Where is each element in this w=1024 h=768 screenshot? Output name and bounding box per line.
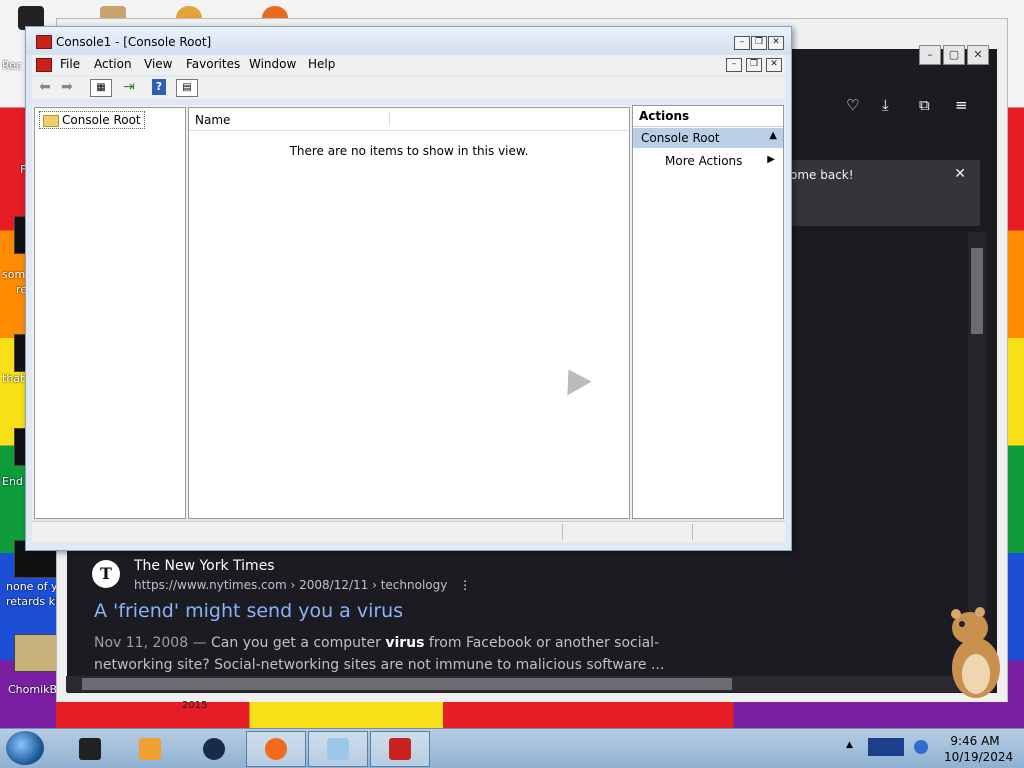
show-hidden-icons-icon[interactable]: ▲: [846, 740, 853, 750]
taskbar-item-mmc[interactable]: [370, 731, 430, 767]
export-list-icon[interactable]: ⇥: [120, 79, 138, 95]
more-actions-item[interactable]: More Actions: [665, 154, 742, 168]
hamster-image: [951, 607, 1000, 698]
taskbar-item-1[interactable]: [60, 731, 120, 767]
mmc-titlebar[interactable]: Console1 - [Console Root] – ❐ ✕: [26, 27, 791, 55]
menu-favorites[interactable]: Favorites: [186, 57, 240, 71]
actions-header: Actions: [633, 106, 783, 127]
more-options-icon[interactable]: ⋮: [459, 578, 471, 592]
console-content: Console Root Name There are no items to …: [32, 105, 785, 519]
result-snippet: Nov 11, 2008 — Can you get a computer vi…: [94, 635, 665, 673]
clock-date: 10/19/2024: [944, 750, 1014, 764]
mmc-title: Console1 - [Console Root]: [56, 35, 212, 49]
status-divider: [692, 524, 693, 540]
clock-time: 9:46 AM: [950, 734, 1000, 748]
browser-close-button[interactable]: ✕: [967, 45, 989, 65]
toolbox-icon: [389, 738, 411, 760]
welcome-text: ome back!: [790, 168, 854, 182]
column-header-name[interactable]: Name: [195, 113, 230, 127]
horizontal-scrollbar-thumb[interactable]: [82, 678, 732, 690]
mmc-app-icon: [36, 35, 52, 49]
browser-minimize-button[interactable]: –: [919, 45, 941, 65]
taskbar-item-firefox[interactable]: [246, 731, 306, 767]
submenu-arrow-icon: ▶: [767, 154, 775, 165]
console-tree-pane: Console Root: [34, 107, 186, 519]
taskbar-item-media[interactable]: [120, 731, 180, 767]
menu-window[interactable]: Window: [249, 57, 296, 71]
extensions-icon[interactable]: ⧉: [919, 96, 930, 114]
console-doc-icon: [36, 58, 52, 72]
result-site-name[interactable]: The New York Times: [134, 558, 275, 574]
help-icon[interactable]: ?: [152, 79, 166, 95]
hamburger-menu-icon[interactable]: ≡: [955, 96, 968, 114]
close-icon[interactable]: ✕: [954, 166, 966, 182]
browser-maximize-button[interactable]: ▢: [943, 45, 965, 65]
actions-section-console-root[interactable]: Console Root ▲: [633, 128, 783, 148]
actions-pane: Actions Console Root ▲ More Actions ▶: [632, 105, 784, 519]
arrow-right-icon[interactable]: ➡: [58, 79, 76, 95]
download-icon[interactable]: ⤓: [882, 96, 889, 114]
actions-title: Actions: [639, 109, 690, 123]
result-title-link[interactable]: A 'friend' might send you a virus: [94, 600, 403, 622]
desktop-label-retards: retards kn: [6, 595, 62, 608]
nyt-logo-icon: T: [92, 560, 120, 588]
minimize-button[interactable]: –: [734, 36, 750, 50]
show-hide-action-pane-icon[interactable]: ▤: [176, 79, 198, 97]
media-player-icon: [139, 738, 161, 760]
empty-list-message: There are no items to show in this view.: [289, 144, 529, 158]
result-url[interactable]: https://www.nytimes.com › 2008/12/11 › t…: [134, 578, 471, 592]
menu-bar: File Action View Favorites Window Help –…: [32, 55, 785, 75]
taskbar-item-notepad[interactable]: [308, 731, 368, 767]
wallpaper-strip: 2015: [56, 700, 1024, 728]
status-bar: [32, 521, 785, 542]
actions-section-label: Console Root: [641, 131, 720, 145]
desktop-label-none: none of y: [6, 580, 58, 593]
firefox-icon: [265, 738, 287, 760]
show-hide-tree-icon[interactable]: ▦: [90, 79, 112, 97]
volume-icon[interactable]: [914, 740, 928, 754]
clock[interactable]: 9:46 AM 10/19/2024: [944, 733, 1014, 765]
arrow-left-icon[interactable]: ⬅: [36, 79, 54, 95]
collapse-arrow-icon[interactable]: ▲: [769, 130, 777, 141]
tree-item-console-root[interactable]: Console Root: [39, 111, 145, 129]
menu-view[interactable]: View: [144, 57, 172, 71]
folder-icon: [43, 115, 59, 127]
toolbar: ⬅ ➡ ▦ ⇥ ? ▤: [32, 77, 785, 99]
globe-icon: [203, 738, 225, 760]
taskbar-item-globe[interactable]: [184, 731, 244, 767]
network-icon[interactable]: [868, 738, 904, 756]
wallpaper-text: 2015: [182, 700, 208, 711]
tree-item-label: Console Root: [62, 113, 141, 127]
folder-dark-icon: [79, 738, 101, 760]
horizontal-scrollbar[interactable]: [66, 676, 966, 692]
close-button[interactable]: ✕: [768, 36, 784, 50]
scrollbar-thumb[interactable]: [971, 248, 983, 334]
status-divider: [562, 524, 563, 540]
child-restore-button[interactable]: ❐: [746, 58, 762, 72]
notepad-icon: [327, 738, 349, 760]
menu-help[interactable]: Help: [308, 57, 335, 71]
result-list-pane: Name There are no items to show in this …: [188, 107, 630, 519]
column-separator[interactable]: [389, 112, 390, 126]
child-minimize-button[interactable]: –: [726, 58, 742, 72]
pocket-icon[interactable]: ♡: [846, 96, 859, 114]
child-close-button[interactable]: ✕: [766, 58, 782, 72]
start-button[interactable]: [6, 731, 44, 765]
list-header: Name: [189, 108, 629, 131]
desktop-icon-chomik[interactable]: [14, 634, 60, 672]
mmc-console-window[interactable]: Console1 - [Console Root] – ❐ ✕ File Act…: [25, 26, 792, 551]
welcome-notification: ome back! ✕: [784, 160, 980, 226]
menu-action[interactable]: Action: [94, 57, 132, 71]
restore-button[interactable]: ❐: [751, 36, 767, 50]
menu-file[interactable]: File: [60, 57, 80, 71]
